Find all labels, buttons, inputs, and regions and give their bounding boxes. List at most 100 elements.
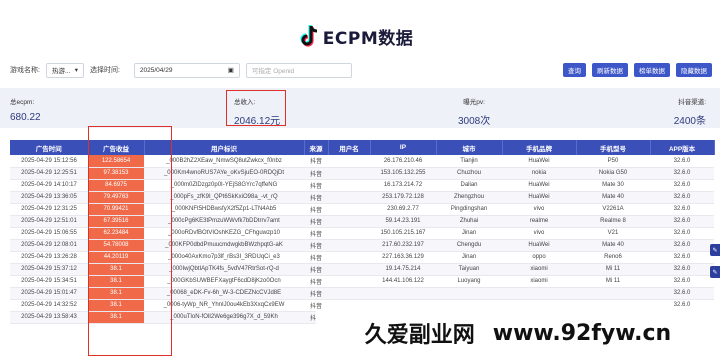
- table-cell: HuaWei: [502, 191, 576, 204]
- table-cell: 2025-04-29 13:26:28: [10, 251, 88, 264]
- table-cell: 227.163.36.129: [370, 251, 436, 264]
- table-cell: 32.6.0: [650, 227, 714, 240]
- table-cell: 2025-04-29 15:06:55: [10, 227, 88, 240]
- column-header: 手机型号: [576, 140, 651, 155]
- watermark: 久爱副业网 www.92fyw.cn: [316, 310, 720, 356]
- table-cell: 抖音: [304, 263, 328, 276]
- table-cell: 抖音: [304, 203, 328, 216]
- table-cell: [370, 287, 436, 300]
- table-cell: HuaWei: [502, 155, 576, 168]
- table-cell: 19.14.75.214: [370, 263, 436, 276]
- table-cell: 32.6.0: [650, 179, 714, 192]
- table-cell: Nokia G50: [576, 167, 650, 180]
- ranking-button[interactable]: 榜单数据: [634, 63, 670, 77]
- table-cell: [576, 287, 650, 300]
- table-cell: 32.6.0: [650, 287, 714, 300]
- table-cell: 2025-04-29 15:01:47: [10, 287, 88, 300]
- watermark-url: www.92fyw.cn: [492, 320, 672, 346]
- table-cell: [328, 203, 370, 216]
- table-cell: Reno6: [576, 251, 650, 264]
- side-tab[interactable]: ✎: [710, 244, 720, 256]
- tiktok-icon: [299, 23, 321, 49]
- table-cell: 抖音: [304, 179, 328, 192]
- side-tab[interactable]: ✎: [710, 266, 720, 278]
- table-cell: 32.6.0: [650, 239, 714, 252]
- column-header: IP: [370, 140, 437, 155]
- table-cell: [328, 251, 370, 264]
- query-button[interactable]: 查询: [563, 63, 586, 77]
- table-cell: 26.176.210.46: [370, 155, 436, 168]
- table-cell: 32.6.0: [650, 251, 714, 264]
- table-cell: xiaomi: [502, 263, 576, 276]
- column-header: 用户名: [328, 140, 371, 155]
- table-cell: 32.6.0: [650, 203, 714, 216]
- table-cell: 2025-04-29 12:31:25: [10, 203, 88, 216]
- table-cell: 抖音: [304, 167, 328, 180]
- table-cell: 抖音: [304, 239, 328, 252]
- table-cell: realme: [502, 215, 576, 228]
- edit-icon: ✎: [712, 269, 718, 276]
- table-cell: Jinan: [436, 251, 502, 264]
- stat-label: 曝光pv:: [463, 99, 485, 106]
- table-cell: Dalian: [436, 179, 502, 192]
- table-cell: 2025-04-29 14:32:52: [10, 299, 88, 312]
- game-select-value: 热游...: [51, 68, 71, 75]
- table-cell: 抖音: [304, 215, 328, 228]
- refresh-button[interactable]: 刷新数据: [592, 63, 628, 77]
- table-cell: Mi 11: [576, 263, 650, 276]
- table-cell: V21: [576, 227, 650, 240]
- table-cell: 32.6.0: [650, 191, 714, 204]
- game-select[interactable]: 热游... ▾: [45, 62, 84, 78]
- table-cell: 2025-04-29 14:10:17: [10, 179, 88, 192]
- table-cell: 2025-04-29 12:25:51: [10, 167, 88, 180]
- table-cell: 抖音: [304, 227, 328, 240]
- table-cell: [328, 227, 370, 240]
- table-cell: 抖音: [304, 287, 328, 300]
- table-cell: 2025-04-29 15:12:56: [10, 155, 88, 168]
- table-cell: 32.6.0: [650, 263, 714, 276]
- revenue-highlight-box: [88, 126, 172, 356]
- hide-data-button[interactable]: 隐藏数据: [676, 63, 712, 77]
- game-label: 游戏名称:: [10, 67, 40, 74]
- column-header: 广告时间: [10, 140, 89, 155]
- table-cell: [328, 263, 370, 276]
- stat-label: 总ecpm:: [10, 99, 35, 106]
- date-input[interactable]: 2025/04/29 ▣: [133, 62, 240, 78]
- table-cell: Pingdingshan: [436, 203, 502, 216]
- table-cell: [328, 179, 370, 192]
- filter-bar: 游戏名称: 热游... ▾ 选择时间: 2025/04/29 ▣ 可指定 Ope…: [10, 62, 352, 78]
- table-cell: [502, 287, 576, 300]
- table-cell: HuaWei: [502, 179, 576, 192]
- table-cell: [436, 287, 502, 300]
- table-cell: 抖音: [304, 275, 328, 288]
- table-cell: Mate 40: [576, 191, 650, 204]
- table-cell: Chengdu: [436, 239, 502, 252]
- table-cell: Mate 40: [576, 239, 650, 252]
- stat-pv: 曝光pv: 3008次: [458, 96, 490, 127]
- stat-label: 抖音渠道:: [678, 99, 706, 106]
- table-cell: 2025-04-29 12:08:01: [10, 239, 88, 252]
- table-cell: Jinan: [436, 227, 502, 240]
- column-header: 来源: [304, 140, 329, 155]
- stats-panel: 总ecpm: 680.22 总收入: 2046.12元 曝光pv: 3008次 …: [0, 88, 720, 128]
- table-cell: Luoyang: [436, 275, 502, 288]
- table-cell: [328, 167, 370, 180]
- table-cell: Zhuhai: [436, 215, 502, 228]
- stat-ecpm: 总ecpm: 680.22: [10, 96, 41, 123]
- table-cell: vivo: [502, 203, 576, 216]
- table-cell: 2025-04-29 13:36:05: [10, 191, 88, 204]
- date-value: 2025/04/29: [139, 66, 173, 74]
- table-cell: 2025-04-29 13:58:43: [10, 311, 88, 324]
- openid-placeholder: 可指定 Openid: [251, 68, 295, 75]
- table-cell: Tianjin: [436, 155, 502, 168]
- table-cell: xiaomi: [502, 275, 576, 288]
- table-cell: 59.14.23.191: [370, 215, 436, 228]
- table-cell: 2025-04-29 15:37:12: [10, 263, 88, 276]
- table-cell: 153.105.132.255: [370, 167, 436, 180]
- column-header: 手机品牌: [502, 140, 577, 155]
- table-cell: 2025-04-29 15:34:51: [10, 275, 88, 288]
- table-cell: 253.179.72.128: [370, 191, 436, 204]
- calendar-icon[interactable]: ▣: [228, 66, 234, 74]
- openid-input[interactable]: 可指定 Openid: [245, 62, 352, 78]
- edit-icon: ✎: [712, 247, 718, 254]
